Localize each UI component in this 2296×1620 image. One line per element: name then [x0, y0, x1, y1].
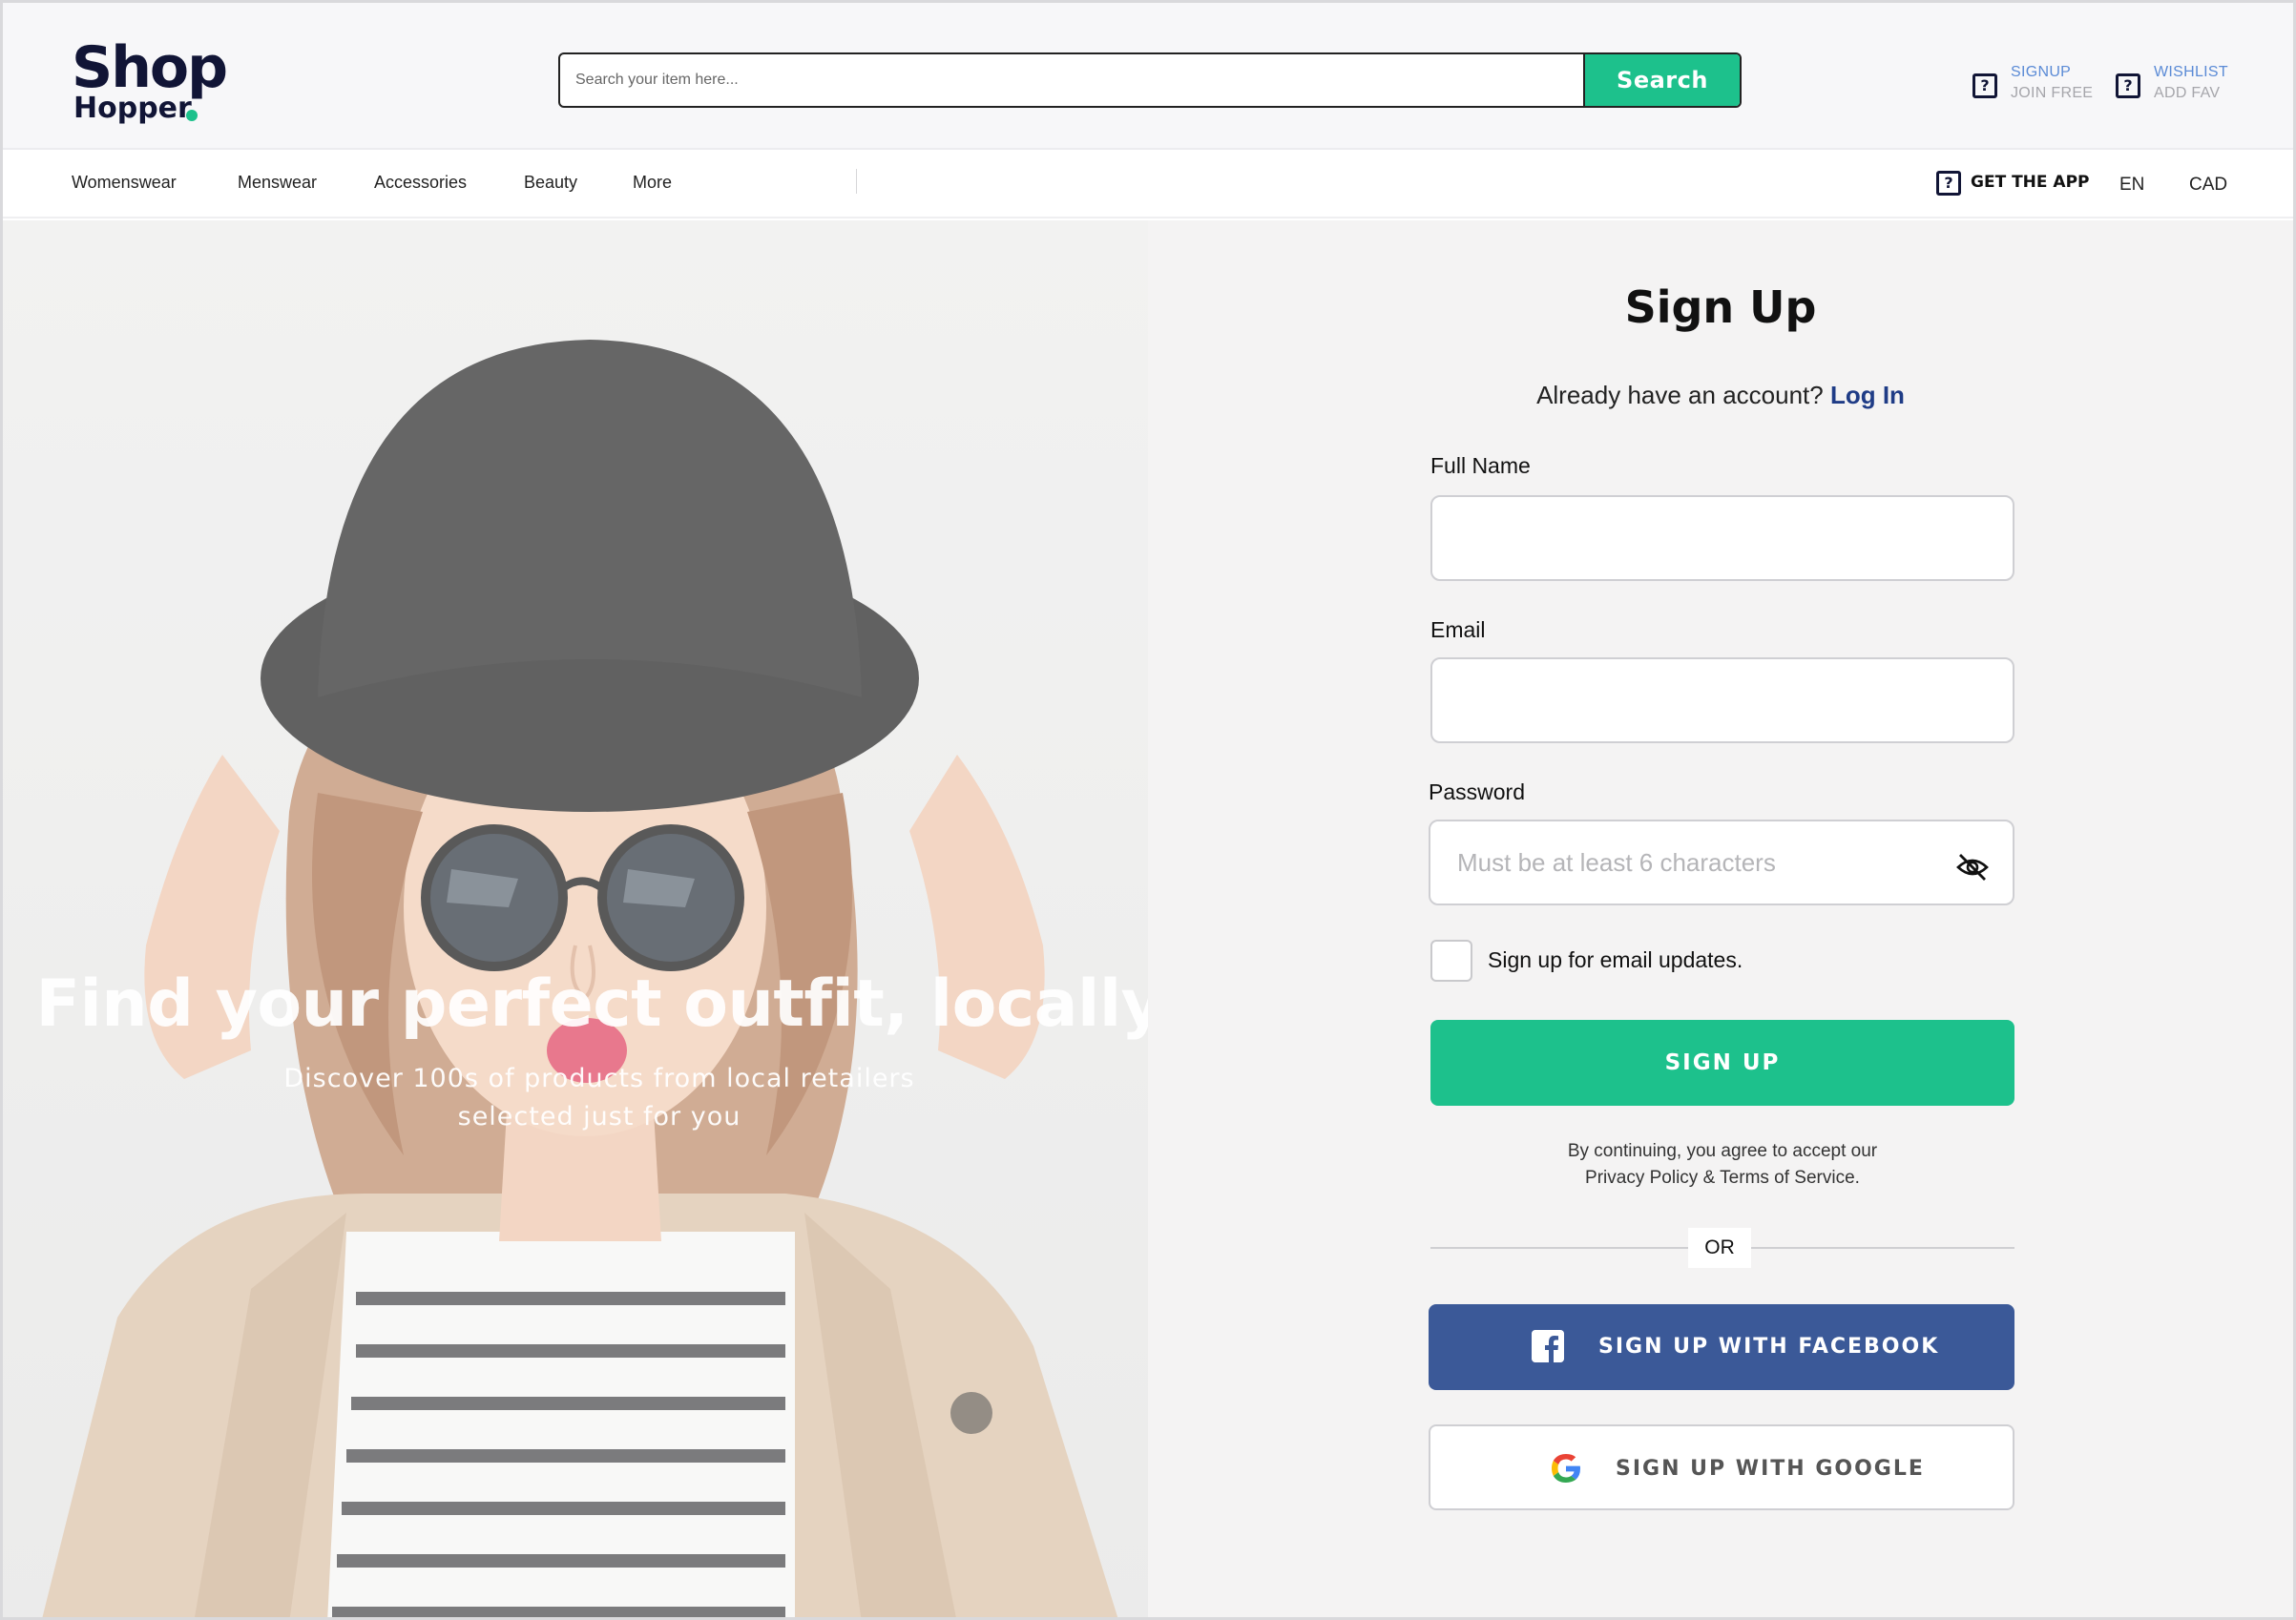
signup-link-label: SIGNUP [2011, 64, 2072, 80]
hero-subtitle-line2: selected just for you [457, 1102, 741, 1132]
wishlist-link-sublabel: ADD FAV [2154, 85, 2221, 101]
nav-item-menswear[interactable]: Menswear [238, 173, 317, 193]
email-field[interactable] [1430, 657, 2014, 743]
help-square-icon: ? [2116, 73, 2140, 98]
nav-item-more[interactable]: More [633, 173, 672, 193]
email-updates-checkbox[interactable] [1430, 940, 1472, 982]
terms-line2: Privacy Policy & Terms of Service. [1585, 1168, 1860, 1188]
terms-line1: By continuing, you agree to accept our [1567, 1141, 1878, 1161]
search-button[interactable]: Search [1583, 54, 1740, 106]
form-title: Sign Up [1624, 281, 1817, 333]
page: Shop Hopper Search ? SIGNUP JOIN FREE ? … [0, 0, 2296, 1620]
facebook-signup-button[interactable]: SIGN UP WITH FACEBOOK [1429, 1304, 2014, 1390]
nav-item-accessories[interactable]: Accessories [374, 173, 467, 193]
logo-dot [186, 110, 198, 121]
language-selector[interactable]: EN [2119, 175, 2144, 196]
facebook-signup-label: SIGN UP WITH FACEBOOK [1598, 1335, 1940, 1359]
email-updates-label: Sign up for email updates. [1488, 947, 1743, 972]
help-square-icon: ? [1936, 171, 1961, 196]
logo-line1: Shop [72, 34, 228, 101]
currency-selector[interactable]: CAD [2189, 175, 2227, 196]
hero-subtitle-line1: Discover 100s of products from local ret… [283, 1064, 915, 1093]
search-bar: Search [558, 52, 1742, 108]
login-link[interactable]: Log In [1830, 381, 1905, 409]
logo-line2: Hopper [73, 92, 192, 125]
full-name-field[interactable] [1430, 495, 2014, 581]
hero-photo [3, 220, 1148, 1617]
google-signup-button[interactable]: SIGN UP WITH GOOGLE [1429, 1424, 2014, 1510]
logo[interactable]: Shop Hopper [72, 37, 262, 129]
sign-up-button[interactable]: SIGN UP [1430, 1020, 2014, 1106]
password-label: Password [1429, 779, 1525, 804]
google-icon [1552, 1454, 1580, 1483]
nav-item-beauty[interactable]: Beauty [524, 173, 577, 193]
password-field[interactable] [1429, 820, 2014, 905]
get-app-label: GET THE APP [1971, 173, 2090, 192]
search-input[interactable] [560, 54, 1585, 106]
site-header: Shop Hopper Search ? SIGNUP JOIN FREE ? … [3, 3, 2293, 150]
category-nav: Womenswear Menswear Accessories Beauty M… [3, 152, 2293, 218]
google-signup-label: SIGN UP WITH GOOGLE [1616, 1457, 1925, 1481]
full-name-label: Full Name [1430, 453, 1531, 478]
wishlist-link[interactable]: ? WISHLIST ADD FAV [2116, 64, 2240, 108]
hero-banner: Find your perfect outfit, locally Discov… [3, 220, 1148, 1617]
facebook-icon [1532, 1330, 1564, 1362]
nav-divider [856, 169, 857, 194]
or-label: OR [1688, 1228, 1751, 1268]
hero-subtitle: Discover 100s of products from local ret… [232, 1060, 967, 1136]
hero-title: Find your perfect outfit, locally [35, 966, 1148, 1042]
signup-link-sublabel: JOIN FREE [2011, 85, 2094, 101]
signup-panel: Sign Up Already have an account? Log In … [1148, 220, 2293, 1617]
login-prompt: Already have an account? Log In [1148, 381, 2293, 410]
signup-link[interactable]: ? SIGNUP JOIN FREE [1972, 64, 2093, 108]
login-prompt-text: Already have an account? [1536, 381, 1824, 409]
help-square-icon: ? [1972, 73, 1997, 98]
nav-item-womenswear[interactable]: Womenswear [72, 173, 177, 193]
wishlist-link-label: WISHLIST [2154, 64, 2228, 80]
email-label: Email [1430, 617, 1486, 642]
terms-text: By continuing, you agree to accept our P… [1430, 1138, 2014, 1192]
eye-off-icon[interactable] [1955, 850, 1990, 884]
